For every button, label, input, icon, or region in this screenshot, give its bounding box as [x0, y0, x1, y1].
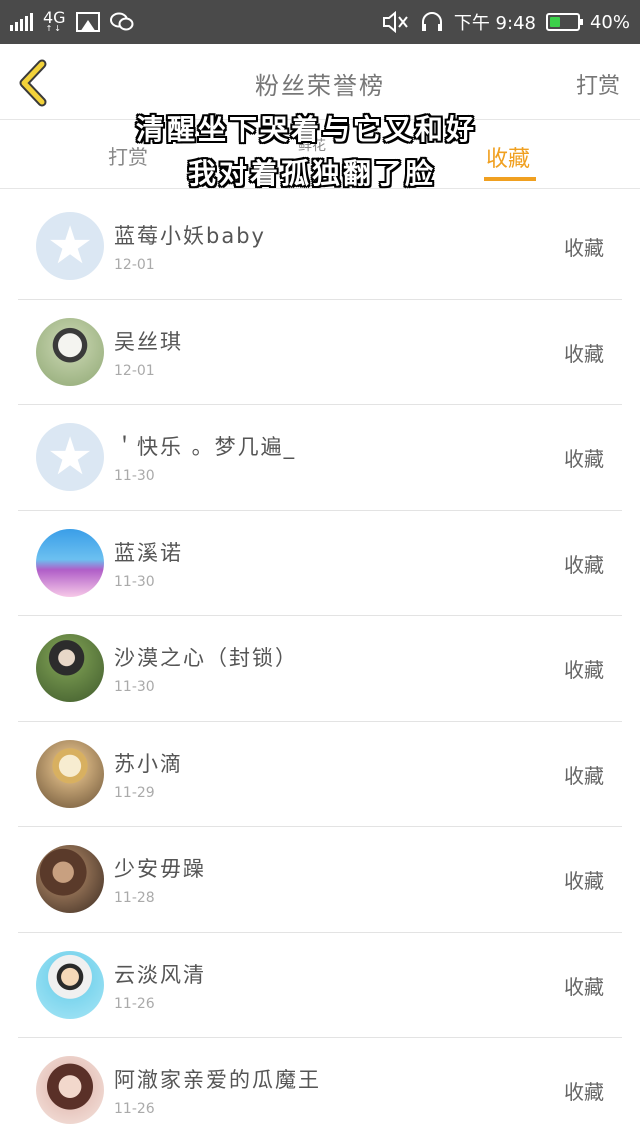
- fan-date: 11-26: [114, 995, 155, 1012]
- favorite-button[interactable]: 收藏: [564, 760, 604, 789]
- fan-date: 12-01: [114, 362, 155, 379]
- battery-percent: 40%: [589, 11, 630, 33]
- list-item[interactable]: 阿澈家亲爱的瓜魔王 11-26 收藏: [18, 1038, 622, 1138]
- fan-name: ＇快乐 。梦几遍_: [114, 435, 297, 459]
- network-indicator: 4G ↑↓: [43, 8, 66, 33]
- favorite-button[interactable]: 收藏: [564, 971, 604, 1000]
- list-item[interactable]: ＇快乐 。梦几遍_ 11-30 收藏: [18, 405, 622, 511]
- favorite-button[interactable]: 收藏: [564, 865, 604, 894]
- fan-name: 沙漠之心（封锁）: [114, 646, 298, 670]
- mute-icon: [382, 11, 408, 33]
- image-notification-icon: [75, 12, 100, 32]
- status-bar: 4G ↑↓ 下午 9:48 40%: [0, 0, 640, 44]
- fan-date: 11-30: [114, 573, 155, 590]
- avatar: [36, 845, 104, 913]
- fan-name: 少安毋躁: [114, 857, 206, 881]
- tab-favorites[interactable]: 收藏: [486, 141, 530, 173]
- fan-date: 11-28: [114, 890, 155, 906]
- fan-name: 云淡风清: [114, 962, 206, 987]
- favorite-button[interactable]: 收藏: [564, 443, 604, 472]
- list-item[interactable]: 吴丝琪 12-01 收藏: [18, 300, 622, 405]
- list-item[interactable]: 云淡风清 11-26 收藏: [18, 933, 622, 1038]
- top-app-bar: 粉丝荣誉榜 打赏: [0, 44, 640, 120]
- fan-date: 11-30: [114, 679, 155, 695]
- fan-date: 11-29: [114, 784, 155, 801]
- list-item[interactable]: 苏小滴 11-29 收藏: [18, 722, 622, 827]
- favorite-button[interactable]: 收藏: [564, 654, 604, 683]
- favorite-button[interactable]: 收藏: [564, 232, 604, 261]
- avatar: [36, 634, 104, 702]
- headset-icon: [421, 12, 442, 31]
- fan-name: 蓝莓小妖baby: [114, 224, 266, 248]
- avatar: [36, 950, 104, 1019]
- clock: 下午 9:48: [453, 13, 536, 34]
- favorite-button[interactable]: 收藏: [564, 1076, 604, 1105]
- avatar: [36, 528, 104, 597]
- avatar: [36, 212, 104, 280]
- fan-date: 12-01: [114, 257, 155, 273]
- active-tab-indicator: [484, 177, 536, 181]
- page-title: 粉丝荣誉榜: [255, 72, 385, 100]
- fan-name: 吴丝琪: [114, 329, 183, 354]
- list-item[interactable]: 沙漠之心（封锁） 11-30 收藏: [18, 616, 622, 722]
- avatar: [36, 739, 104, 808]
- list-item[interactable]: 少安毋躁 11-28 收藏: [18, 827, 622, 933]
- list-item[interactable]: 蓝溪诺 11-30 收藏: [18, 511, 622, 616]
- tab-tip[interactable]: 打赏: [108, 141, 148, 170]
- avatar: [36, 317, 104, 386]
- tab-bar: 打赏 鲜花 收藏: [0, 121, 640, 189]
- wechat-icon: [109, 12, 134, 31]
- signal-icon: [10, 13, 33, 31]
- fan-name: 阿澈家亲爱的瓜魔王: [114, 1068, 321, 1092]
- favorite-button[interactable]: 收藏: [564, 549, 604, 578]
- avatar: [36, 1056, 104, 1124]
- fan-date: 11-26: [114, 1101, 155, 1117]
- tip-button[interactable]: 打赏: [576, 68, 620, 100]
- list-item[interactable]: 蓝莓小妖baby 12-01 收藏: [18, 194, 622, 300]
- tab-flowers[interactable]: 鲜花: [298, 135, 326, 155]
- fan-list: 蓝莓小妖baby 12-01 收藏 吴丝琪 12-01 收藏 ＇快乐 。梦几遍_…: [18, 194, 622, 1138]
- fan-name: 苏小滴: [114, 751, 183, 776]
- battery-icon: [545, 13, 583, 31]
- fan-name: 蓝溪诺: [114, 540, 183, 565]
- fan-date: 11-30: [114, 468, 155, 484]
- avatar: [36, 423, 104, 491]
- favorite-button[interactable]: 收藏: [564, 338, 604, 367]
